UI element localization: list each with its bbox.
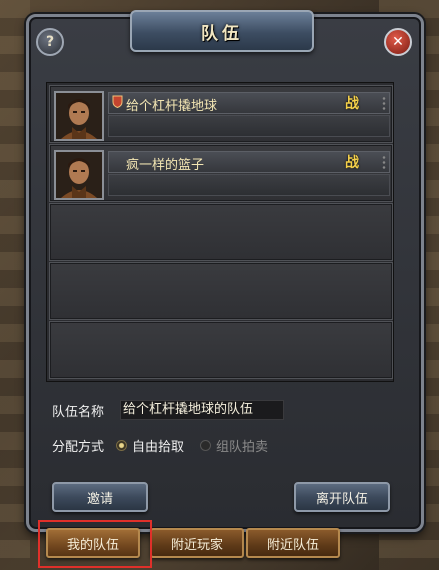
tab-nearby-players[interactable]: 附近玩家 [150,528,244,558]
team-auction-option[interactable]: 组队拍卖 [200,436,268,455]
free-pickup-label: 自由拾取 [132,440,185,455]
team-name-field[interactable]: 给个杠杆撬地球的队伍 [120,400,284,420]
member-portrait [54,150,104,200]
member-name-bar: 给个杠杆撬地球 战 [108,92,390,114]
close-icon: ✕ [392,34,404,50]
empty-slot [49,321,393,379]
member-status-bar [108,174,390,196]
team-name-label: 队伍名称 [52,405,105,420]
free-pickup-option[interactable]: 自由拾取 [116,436,184,455]
invite-button[interactable]: 邀请 [52,482,148,512]
distribution-row: 分配方式 自由拾取 组队拍卖 [52,436,268,455]
drag-handle-icon [382,155,386,169]
leave-team-button[interactable]: 离开队伍 [294,482,390,512]
member-name-bar: 疯一样的篮子 战 [108,151,390,173]
empty-slot [49,262,393,320]
member-portrait [54,91,104,141]
team-auction-label: 组队拍卖 [216,440,269,455]
window-title-bar: 队伍 [130,10,314,52]
drag-handle-icon [382,96,386,110]
leader-shield-icon [112,95,123,108]
close-button[interactable]: ✕ [384,28,412,56]
distribution-label: 分配方式 [52,440,105,455]
member-slot-2[interactable]: 疯一样的篮子 战 [49,144,393,202]
window-title: 队伍 [201,23,243,44]
member-name: 给个杠杆撬地球 [126,99,218,114]
warrior-class-icon: 战 [345,96,359,112]
radio-selected-icon [116,440,128,451]
member-list: 给个杠杆撬地球 战 疯一样的篮子 战 [46,82,394,382]
team-name-row: 队伍名称 [52,401,104,420]
member-name: 疯一样的篮子 [126,158,205,173]
empty-slot [49,203,393,261]
radio-unselected-icon [200,440,212,451]
help-icon: ? [45,34,55,50]
warrior-class-icon: 战 [345,155,359,171]
tab-nearby-teams[interactable]: 附近队伍 [246,528,340,558]
tab-my-team[interactable]: 我的队伍 [46,528,140,558]
member-slot-1[interactable]: 给个杠杆撬地球 战 [49,85,393,143]
help-button[interactable]: ? [36,28,64,56]
member-status-bar [108,115,390,137]
